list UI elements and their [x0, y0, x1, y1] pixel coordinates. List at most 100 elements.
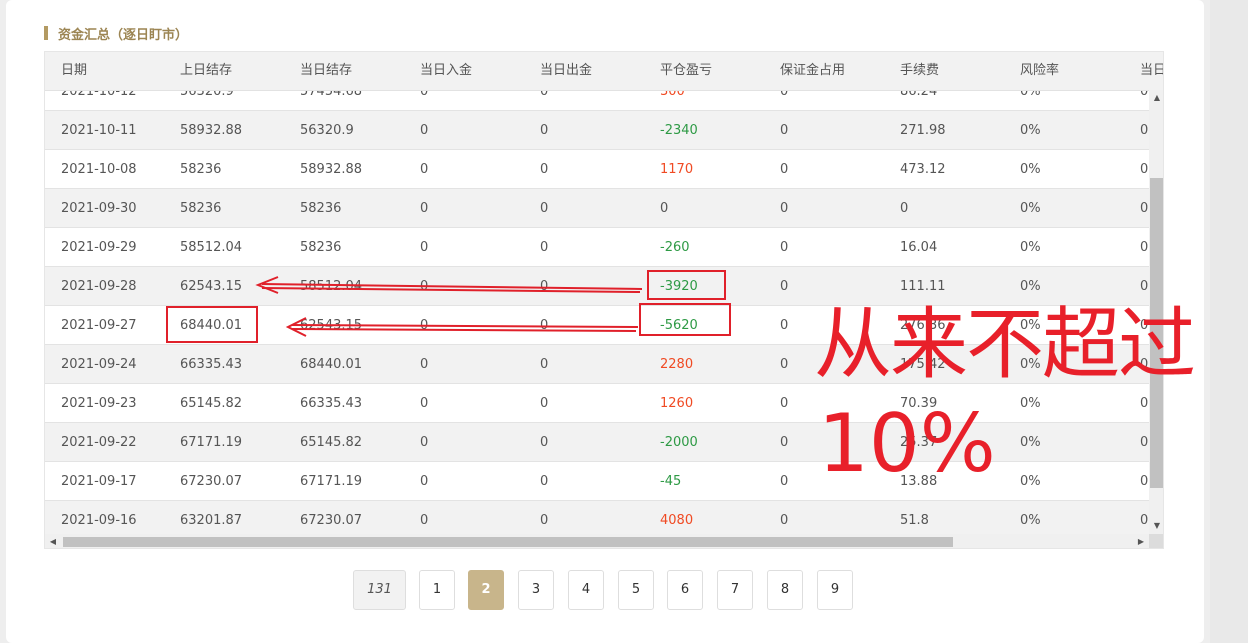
table-cell: 0: [780, 201, 789, 216]
highlight-box-pnl-0927: [639, 303, 731, 336]
page-button-9[interactable]: 9: [817, 570, 853, 610]
table-cell: 2021-10-08: [61, 162, 137, 177]
page-button-1[interactable]: 1: [419, 570, 455, 610]
table-cell: 58932.88: [300, 162, 363, 177]
table-cell: 0: [780, 162, 789, 177]
page-button-5[interactable]: 5: [618, 570, 654, 610]
column-header[interactable]: 手续费: [900, 52, 939, 90]
page-total: 131: [353, 570, 406, 610]
table-cell: -2340: [660, 123, 698, 138]
highlight-box-prev-balance: [166, 306, 258, 343]
section-title: 资金汇总（逐日盯市）: [58, 27, 189, 43]
table-cell: 0: [540, 435, 549, 450]
table-cell: 0: [900, 201, 909, 216]
table-cell: 0: [420, 435, 429, 450]
column-header[interactable]: 当日入金: [420, 52, 472, 90]
column-header[interactable]: 风险率: [1020, 52, 1059, 90]
table-cell: 2021-09-29: [61, 240, 137, 255]
table-cell: 0: [780, 240, 789, 255]
table-cell: 67171.19: [300, 474, 363, 489]
table-row[interactable]: 2021-10-11 58932.88 56320.9 0 0 -2340 0 271.98 0…: [45, 111, 1149, 150]
annotation-text-line2: 10%: [818, 397, 996, 490]
table-cell: 0: [540, 396, 549, 411]
table-cell: 0: [660, 201, 669, 216]
table-cell: 0: [540, 279, 549, 294]
highlight-box-pnl-0928: [647, 270, 726, 300]
table-cell: 66335.43: [300, 396, 363, 411]
section-accent-bar: [44, 26, 48, 40]
column-header[interactable]: 当日结存: [300, 52, 352, 90]
table-cell: 0: [780, 357, 789, 372]
table-cell: 58236: [300, 240, 342, 255]
table-cell: 68440.01: [300, 357, 363, 372]
table-cell: 0: [780, 396, 789, 411]
page-button-4[interactable]: 4: [568, 570, 604, 610]
table-cell: 0: [1140, 474, 1149, 489]
table-cell: 0: [540, 318, 549, 333]
page-button-2[interactable]: 2: [468, 570, 504, 610]
table-cell: 0: [1140, 201, 1149, 216]
table-cell: 2021-09-17: [61, 474, 137, 489]
scroll-up-icon[interactable]: ▲: [1149, 90, 1163, 106]
table-cell: 0: [420, 240, 429, 255]
table-cell: 0: [1140, 240, 1149, 255]
table-cell: 0: [780, 318, 789, 333]
table-cell: 0%: [1020, 162, 1041, 177]
table-cell: 58236: [180, 201, 222, 216]
table-cell: 0: [420, 123, 429, 138]
column-header[interactable]: 上日结存: [180, 52, 232, 90]
table-cell: -260: [660, 240, 690, 255]
table-cell: 0: [540, 240, 549, 255]
table-cell: 2280: [660, 357, 694, 372]
horizontal-scroll-thumb[interactable]: [63, 537, 953, 547]
table-cell: 0: [420, 162, 429, 177]
table-cell: 0: [540, 162, 549, 177]
table-cell: 58512.04: [180, 240, 243, 255]
page-button-3[interactable]: 3: [518, 570, 554, 610]
annotation-text-line1: 从来不超过: [814, 300, 1196, 390]
table-cell: 0: [780, 474, 789, 489]
table-cell: 0%: [1020, 201, 1041, 216]
page-button-6[interactable]: 6: [667, 570, 703, 610]
table-cell: 0: [780, 279, 789, 294]
table-cell: 0: [1140, 435, 1149, 450]
table-cell: 67171.19: [180, 435, 243, 450]
table-cell: 0%: [1020, 240, 1041, 255]
column-header[interactable]: 当日: [1140, 52, 1163, 90]
table-cell: 1170: [660, 162, 694, 177]
table-cell: 2021-10-11: [61, 123, 137, 138]
side-background: [1210, 0, 1248, 643]
table-cell: 0: [420, 357, 429, 372]
table-cell: 0: [780, 435, 789, 450]
column-header[interactable]: 日期: [61, 52, 87, 90]
column-header[interactable]: 保证金占用: [780, 52, 845, 90]
table-cell: 2021-09-30: [61, 201, 137, 216]
table-cell: 16.04: [900, 240, 938, 255]
horizontal-scrollbar[interactable]: ◀ ▶: [45, 534, 1149, 548]
scroll-corner: [1149, 534, 1163, 548]
table-cell: 0: [420, 201, 429, 216]
table-cell: -2000: [660, 435, 698, 450]
table-cell: 0: [420, 474, 429, 489]
table-cell: 0: [1140, 162, 1149, 177]
table-row[interactable]: 2021-09-30 58236 58236 0 0 0 0 0 0% 0: [45, 189, 1149, 228]
table-cell: 2021-09-24: [61, 357, 137, 372]
table-cell: 58512.04: [300, 279, 363, 294]
section-header: 资金汇总（逐日盯市）: [44, 24, 189, 43]
table-cell: 0: [420, 318, 429, 333]
table-cell: -45: [660, 474, 682, 489]
table-row[interactable]: 2021-10-08 58236 58932.88 0 0 1170 0 473.12 0% 0: [45, 150, 1149, 189]
table-cell: 65145.82: [300, 435, 363, 450]
table-cell: 1260: [660, 396, 694, 411]
column-header[interactable]: 平仓盈亏: [660, 52, 712, 90]
page-button-7[interactable]: 7: [717, 570, 753, 610]
table-row[interactable]: 2021-09-29 58512.04 58236 0 0 -260 0 16.04 0% 0: [45, 228, 1149, 267]
scroll-down-icon[interactable]: ▼: [1149, 518, 1163, 534]
scroll-right-icon[interactable]: ▶: [1133, 534, 1149, 548]
page-button-8[interactable]: 8: [767, 570, 803, 610]
table-cell: 0%: [1020, 474, 1041, 489]
column-header[interactable]: 当日出金: [540, 52, 592, 90]
table-cell: 58932.88: [180, 123, 243, 138]
scroll-left-icon[interactable]: ◀: [45, 534, 61, 548]
table-header: 日期 上日结存 当日结存 当日入金 当日出金 平仓盈亏 保证金占用 手续费 风险率 当日: [45, 52, 1163, 91]
